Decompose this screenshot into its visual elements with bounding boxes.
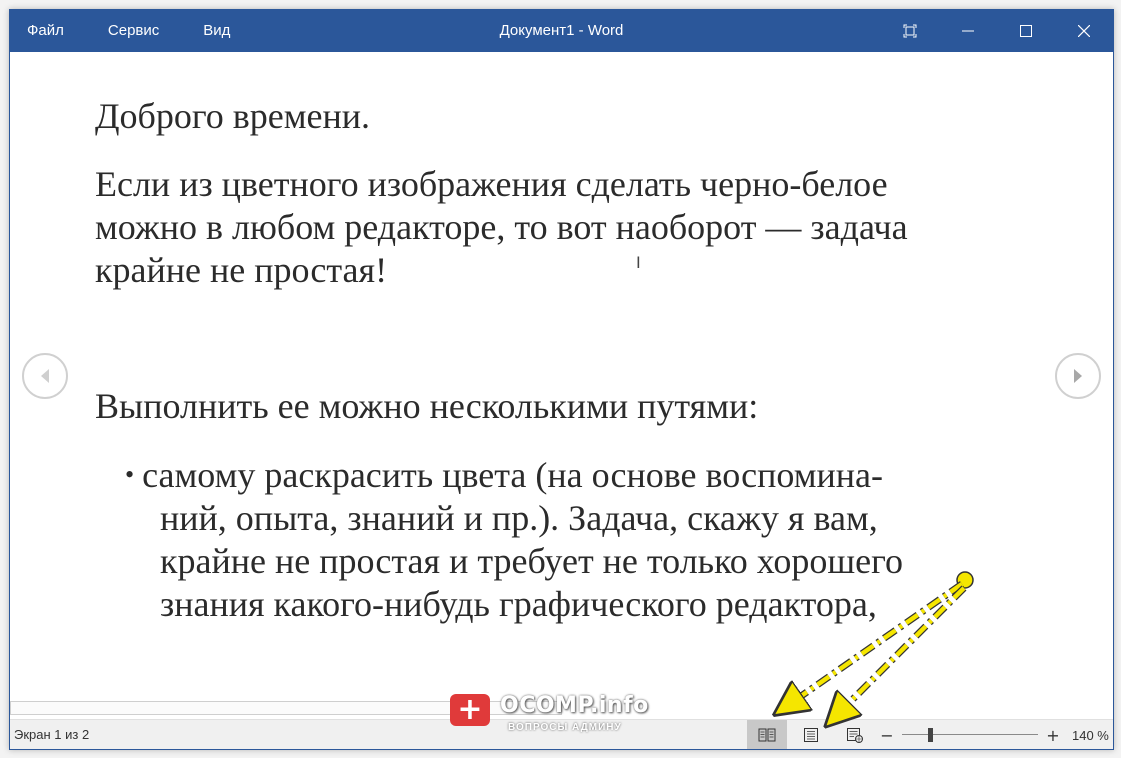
menu-view[interactable]: Вид [181,10,252,52]
bullet-dot-icon: • [125,460,135,489]
view-buttons [747,720,879,749]
zoom-control: − + 140 % [878,720,1109,749]
previous-screen-button[interactable] [22,353,68,399]
bullet-line: знания какого-нибудь графического редакт… [160,584,877,624]
window-title: Документ1 - Word [499,22,624,39]
bullet-line-first: • самому раскрасить цвета (на основе восп… [125,453,1005,497]
intro-line: крайне не простая! [95,250,388,290]
close-button[interactable] [1055,10,1113,52]
title-bar: Файл Сервис Вид Документ1 - Word [10,10,1113,52]
page-layout-icon [804,728,818,742]
triangle-right-icon [1074,369,1082,383]
watermark-title: OCOMP.info [500,693,649,718]
fullscreen-icon [903,24,917,38]
minimize-icon [962,30,974,32]
menu-file[interactable]: Файл [10,10,86,52]
fullscreen-button[interactable] [881,10,939,52]
intro-line: можно в любом редакторе, то вот наоборот… [95,207,908,247]
minimize-button[interactable] [939,10,997,52]
book-icon [758,728,776,742]
paragraph-intro: Если из цветного изображения сделать чер… [95,163,1025,292]
maximize-button[interactable] [997,10,1055,52]
watermark-subtitle: ВОПРОСЫ АДМИНУ [508,722,622,733]
print-layout-button[interactable] [791,720,831,749]
site-watermark: + OCOMP.info ВОПРОСЫ АДМИНУ [450,692,670,740]
text-cursor-icon: I [636,253,641,272]
zoom-slider-track [902,734,1038,735]
document-area[interactable]: Доброго времени. Если из цветного изобра… [10,52,1113,697]
paragraph-greeting: Доброго времени. [95,96,371,136]
zoom-slider-thumb[interactable] [928,728,933,742]
close-icon [1078,25,1090,37]
web-layout-button[interactable] [835,720,875,749]
paragraph-ways: Выполнить ее можно несколькими путями: [95,386,759,426]
web-layout-icon [847,728,863,743]
maximize-icon [1020,25,1032,37]
word-window: Файл Сервис Вид Документ1 - Word Доброго… [9,9,1114,750]
bullet-line-text: самому раскрасить цвета (на основе воспо… [142,455,884,495]
window-controls [881,10,1113,52]
menu-bar: Файл Сервис Вид [10,10,252,52]
bullet-line: крайне не простая и требует не только хо… [160,541,903,581]
zoom-in-button[interactable]: + [1044,726,1062,745]
bullet-line: ний, опыта, знаний и пр.). Задача, скажу… [160,498,878,538]
triangle-left-icon [41,369,49,383]
menu-tools[interactable]: Сервис [86,10,181,52]
page-indicator: Экран 1 из 2 [14,727,90,742]
watermark-plus-icon: + [450,694,490,726]
zoom-out-button[interactable]: − [878,726,896,745]
intro-line: Если из цветного изображения сделать чер… [95,164,888,204]
bullet-item: • самому раскрасить цвета (на основе восп… [125,453,1005,626]
zoom-level[interactable]: 140 % [1072,728,1109,743]
read-mode-button[interactable] [747,720,787,749]
zoom-slider[interactable] [902,727,1038,743]
next-screen-button[interactable] [1055,353,1101,399]
